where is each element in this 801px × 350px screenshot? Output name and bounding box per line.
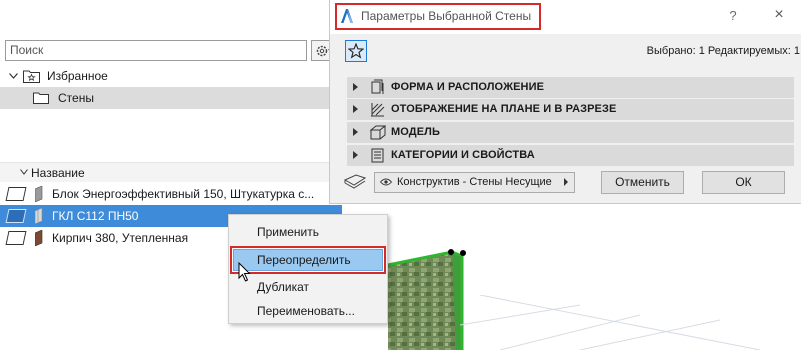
expand-arrow-icon bbox=[353, 105, 358, 113]
wall-brick-icon bbox=[35, 230, 43, 246]
section-categories-properties[interactable]: КАТЕГОРИИ И СВОЙСТВА bbox=[347, 145, 794, 166]
layer-select-value: Конструктив - Стены Несущие bbox=[397, 176, 552, 188]
mouse-cursor-icon bbox=[238, 262, 251, 282]
model-box-icon bbox=[369, 125, 386, 140]
archicad-logo-icon bbox=[341, 9, 353, 23]
section-label: КАТЕГОРИИ И СВОЙСТВА bbox=[391, 149, 535, 161]
section-floor-plan-section[interactable]: ОТОБРАЖЕНИЕ НА ПЛАНЕ И В РАЗРЕЗЕ bbox=[347, 99, 794, 120]
section-label: ОТОБРАЖЕНИЕ НА ПЛАНЕ И В РАЗРЕЗЕ bbox=[391, 103, 617, 115]
chevron-right-icon bbox=[564, 178, 568, 186]
wall-outline-icon bbox=[5, 187, 27, 201]
wall-outline-icon bbox=[5, 209, 27, 223]
star-folder-icon bbox=[23, 70, 40, 83]
column-name-header: Название bbox=[31, 166, 85, 180]
selection-count: Выбрано: 1 Редактируемых: 1 bbox=[646, 45, 800, 57]
tree-item-walls[interactable]: Стены bbox=[0, 87, 342, 109]
wall-outline-icon bbox=[5, 231, 27, 245]
menu-item-rename[interactable]: Переименовать... bbox=[229, 299, 389, 323]
cancel-button[interactable]: Отменить bbox=[601, 171, 684, 194]
tree-item-favorites[interactable]: Избранное bbox=[0, 66, 342, 86]
close-button[interactable]: × bbox=[770, 6, 788, 24]
tree-label-walls: Стены bbox=[58, 91, 94, 105]
floor-plan-icon bbox=[371, 103, 385, 117]
list-header[interactable]: Название bbox=[0, 162, 342, 182]
expand-arrow-icon bbox=[353, 151, 358, 159]
menu-item-duplicate[interactable]: Дубликат bbox=[229, 275, 389, 299]
list-item-label: Кирпич 380, Утепленная bbox=[52, 231, 189, 245]
search-input[interactable]: Поиск bbox=[5, 40, 307, 61]
tree-label-favorites: Избранное bbox=[47, 69, 108, 83]
geometry-icon bbox=[371, 79, 384, 94]
wall-gypsum-icon bbox=[35, 208, 43, 224]
menu-item-redefine[interactable]: Переопределить bbox=[233, 249, 383, 271]
list-item[interactable]: Блок Энергоэффективный 150, Штукатурка с… bbox=[0, 183, 342, 205]
wall-block-icon bbox=[35, 186, 43, 202]
dialog-title: Параметры Выбранной Стены bbox=[335, 3, 541, 30]
layer-select[interactable]: Конструктив - Стены Несущие bbox=[374, 172, 575, 193]
menu-item-apply[interactable]: Применить bbox=[229, 220, 389, 244]
expand-arrow-icon bbox=[353, 83, 358, 91]
ok-button[interactable]: ОК bbox=[702, 171, 785, 194]
folder-icon bbox=[33, 92, 49, 104]
list-item-label: ГКЛ С112 ПН50 bbox=[52, 209, 139, 223]
layers-icon bbox=[344, 174, 366, 189]
section-geometry-positioning[interactable]: ФОРМА И РАСПОЛОЖЕНИЕ bbox=[347, 77, 794, 98]
help-button[interactable]: ? bbox=[726, 8, 740, 24]
section-label: ФОРМА И РАСПОЛОЖЕНИЕ bbox=[391, 81, 545, 93]
sort-arrow-icon bbox=[20, 169, 28, 175]
dialog-titlebar[interactable]: Параметры Выбранной Стены ? × bbox=[330, 0, 801, 34]
chevron-down-icon[interactable] bbox=[9, 73, 18, 79]
list-item-label: Блок Энергоэффективный 150, Штукатурка с… bbox=[52, 187, 315, 201]
wall-3d-preview[interactable] bbox=[384, 247, 468, 350]
grid-lines bbox=[460, 295, 761, 350]
favorites-button[interactable] bbox=[345, 40, 367, 62]
section-model[interactable]: МОДЕЛЬ bbox=[347, 122, 794, 143]
section-label: МОДЕЛЬ bbox=[391, 126, 440, 138]
expand-arrow-icon bbox=[353, 128, 358, 136]
context-menu: Применить Переопределить Дубликат Переим… bbox=[228, 214, 388, 324]
wall-settings-dialog: Параметры Выбранной Стены ? × Выбрано: 1… bbox=[329, 0, 801, 204]
properties-list-icon bbox=[371, 148, 384, 163]
star-icon bbox=[348, 43, 364, 59]
eye-icon bbox=[380, 178, 392, 186]
